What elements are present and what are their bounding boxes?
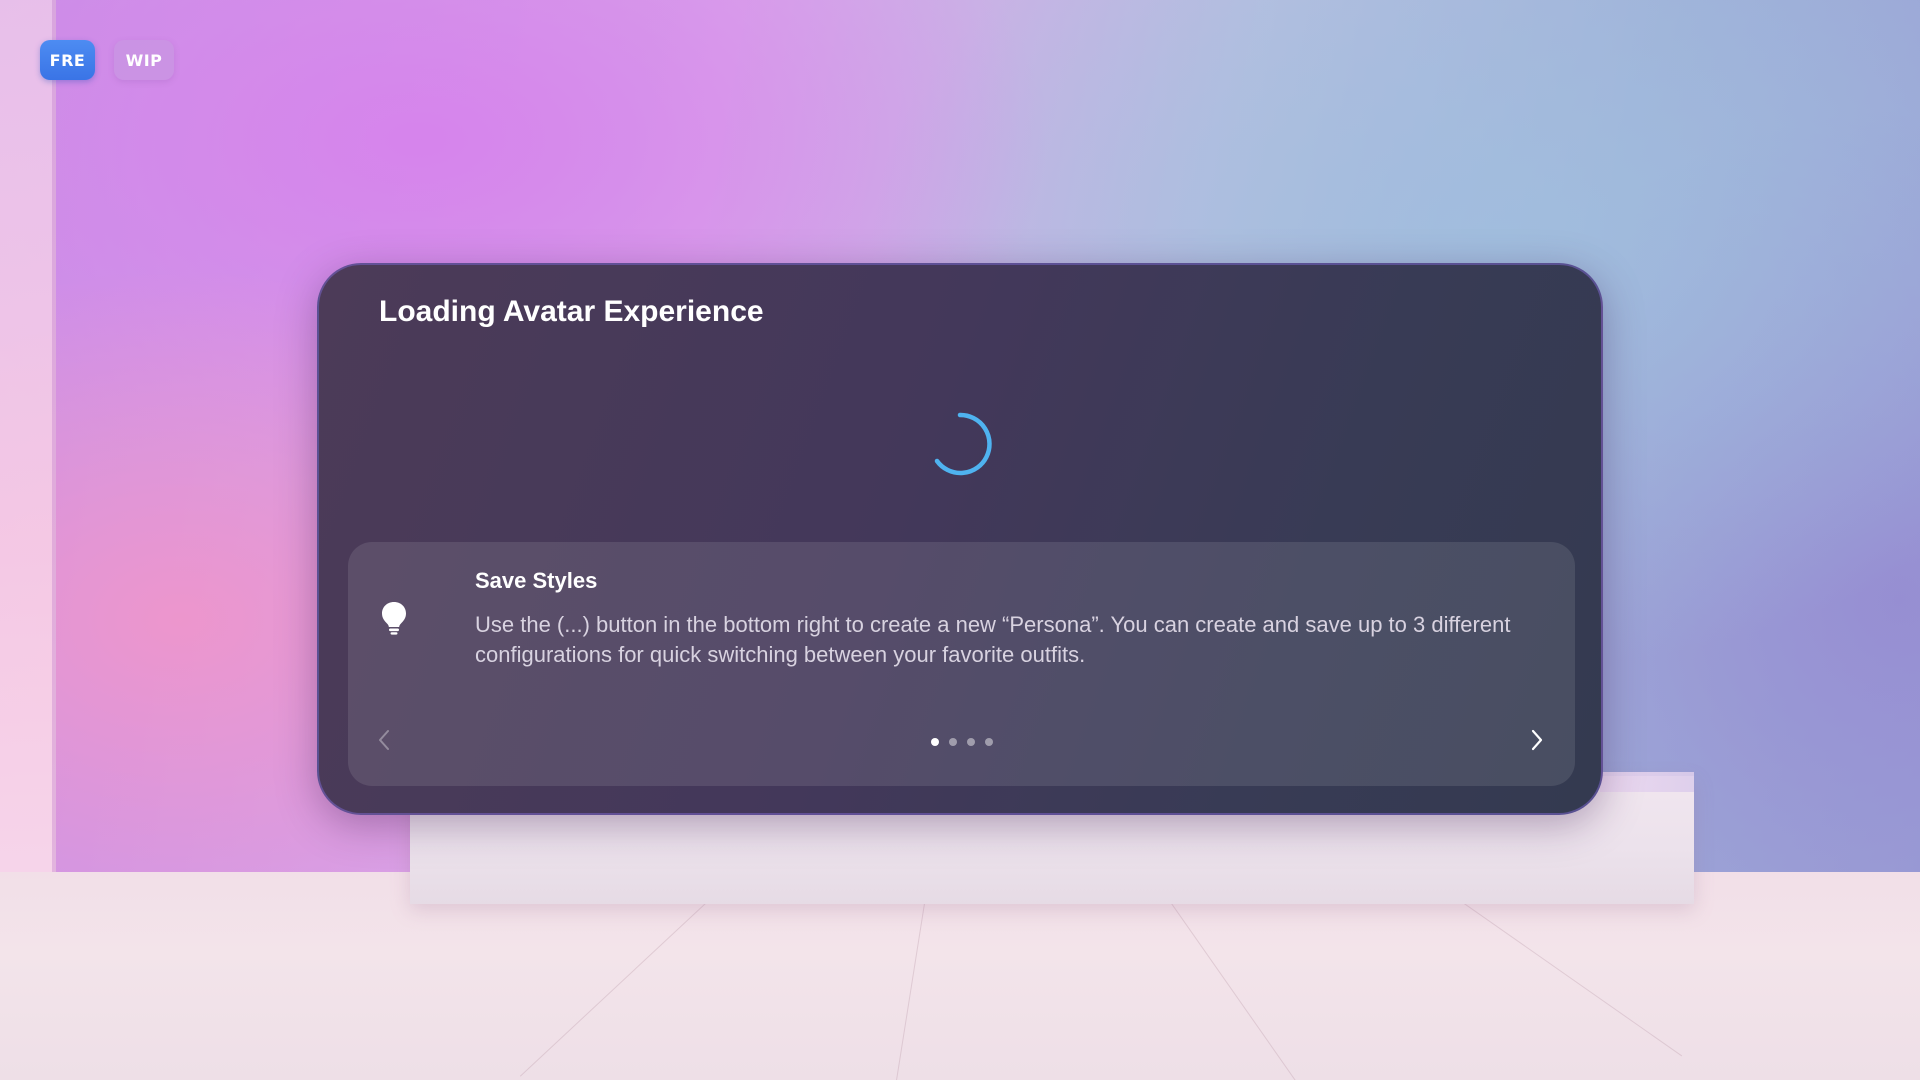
page-dot-1[interactable] — [930, 738, 939, 746]
next-tip-button[interactable] — [1517, 720, 1557, 760]
loading-spinner-icon — [934, 412, 992, 476]
tip-body: Use the (...) button in the bottom right… — [475, 612, 1511, 667]
tip-card: Save Styles Use the (...) button in the … — [348, 542, 1575, 786]
page-dot-4[interactable] — [984, 738, 993, 746]
left-wall — [0, 0, 56, 890]
wip-badge[interactable]: WIP — [114, 40, 174, 80]
left-wall-edge — [52, 0, 56, 878]
dialog-title: Loading Avatar Experience — [379, 295, 764, 328]
pedestal-top — [1600, 772, 1694, 792]
page-dot-3[interactable] — [966, 738, 975, 746]
fre-badge[interactable]: FRE — [40, 40, 95, 80]
page-dot-2[interactable] — [948, 738, 957, 746]
lightbulb-icon — [382, 602, 406, 635]
chevron-right-icon — [1531, 729, 1543, 751]
tip-title: Save Styles — [475, 568, 598, 593]
page-indicator — [348, 737, 1575, 747]
loading-dialog: Loading Avatar Experience Save Styles Us… — [317, 263, 1603, 815]
